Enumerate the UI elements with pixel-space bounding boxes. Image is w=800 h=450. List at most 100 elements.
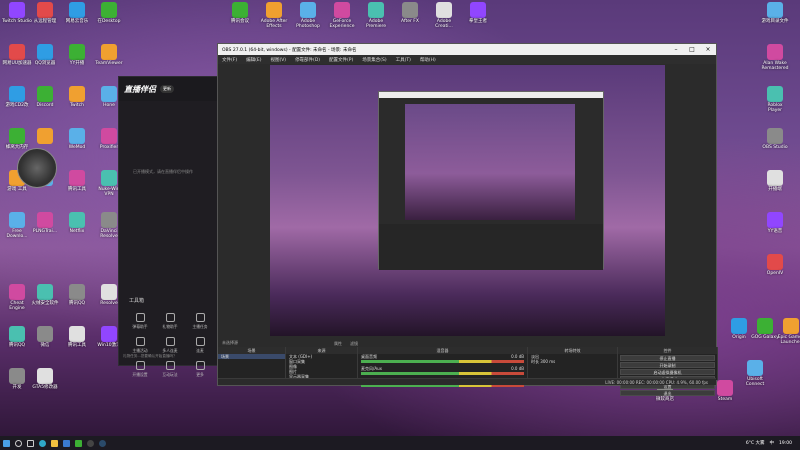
desktop-icon[interactable]: 开播端 — [760, 170, 790, 192]
desktop-icon[interactable]: Twitch — [62, 86, 92, 108]
desktop-icon-label: 微软商店 — [656, 397, 674, 402]
desktop-icon[interactable]: OBS Studio — [760, 128, 790, 150]
desktop-icon[interactable]: 微信 — [30, 326, 60, 348]
volume-meter[interactable] — [361, 372, 524, 375]
toolbox-item[interactable]: 更多 — [185, 361, 215, 378]
desktop-icon-label: Roblox Player — [767, 103, 783, 113]
minimize-icon[interactable]: – — [668, 46, 684, 53]
desktop-icon[interactable]: 腾讯工具 — [62, 170, 92, 192]
desktop-icon[interactable]: TeamViewer — [94, 44, 124, 66]
menu-item[interactable]: 场景集合(S) — [362, 57, 386, 63]
desktop-icon[interactable]: Discord — [30, 86, 60, 108]
start-button[interactable] — [0, 436, 12, 450]
task-view-icon[interactable] — [24, 436, 36, 450]
desktop-icon[interactable]: PLNGTrai... — [30, 212, 60, 234]
control-button[interactable]: 停止直播 — [620, 355, 715, 361]
toolbox-item[interactable]: 弹幕助手 — [125, 313, 155, 330]
mixer-channel: 桌面音频 0.0 dB — [358, 354, 527, 359]
ime-indicator[interactable]: 中 — [770, 440, 775, 446]
desktop-icon[interactable]: 开发 — [2, 368, 32, 390]
explorer-icon[interactable] — [48, 436, 60, 450]
desktop-icon[interactable]: Free Downlo... — [2, 212, 32, 239]
toolbox-item[interactable]: 主播任务 — [185, 313, 215, 330]
desktop-icon[interactable]: 火绒安全软件 — [30, 284, 60, 306]
menu-item[interactable]: 配置文件(P) — [329, 57, 353, 63]
desktop-icon[interactable]: GTA5修改器 — [30, 368, 60, 390]
volume-meter[interactable] — [361, 360, 524, 363]
menu-item[interactable]: 编辑(E) — [246, 57, 261, 63]
desktop-icon[interactable]: WeMod — [62, 128, 92, 150]
desktop-icon[interactable]: Ubisoft Connect — [740, 360, 770, 387]
desktop-icon[interactable]: 网易UU加速器 — [2, 44, 32, 66]
toolbox-item[interactable]: 礼物助手 — [155, 313, 185, 330]
desktop-icon[interactable]: Epic Games Launcher — [776, 318, 800, 345]
maximize-icon[interactable]: □ — [684, 46, 700, 53]
store-icon[interactable] — [60, 436, 72, 450]
search-icon[interactable] — [12, 436, 24, 450]
obs-titlebar[interactable]: OBS 27.0.1 (64-bit, windows) - 配置文件: 未命名… — [218, 44, 716, 55]
control-button[interactable]: 开始录制 — [620, 362, 715, 368]
desktop-icon[interactable]: 拳皇王者 — [463, 2, 493, 24]
app-icon — [69, 86, 85, 102]
update-badge[interactable]: 更新 — [160, 85, 174, 93]
desktop-icon[interactable]: OpenIV — [760, 254, 790, 276]
desktop-icon[interactable]: Netflix — [62, 212, 92, 234]
desktop-icon[interactable]: GeForce Experience — [327, 2, 357, 29]
desktop-icon[interactable]: Adobe Premiere — [361, 2, 391, 29]
menu-item[interactable]: 视图(V) — [270, 57, 286, 63]
weather-text[interactable]: 6°C 大雾 — [746, 440, 765, 446]
toolbox-item[interactable]: 互动玩法 — [155, 361, 185, 378]
menu-item[interactable]: 停靠部件(D) — [295, 57, 320, 63]
menu-item[interactable]: 文件(F) — [222, 57, 237, 63]
toolbox-item[interactable]: 多人连麦 — [155, 337, 185, 354]
desktop-icon[interactable]: QQ浏览器 — [30, 44, 60, 66]
wechat-icon[interactable] — [72, 436, 84, 450]
desktop-icon[interactable]: Twitch Studio — [2, 2, 32, 24]
desktop-icon[interactable]: Adobe After Effects — [259, 2, 289, 29]
desktop-icon[interactable]: YY开播 — [62, 44, 92, 66]
toolbox-item[interactable]: 主播活动 — [125, 337, 155, 354]
control-button[interactable]: 退出 — [620, 390, 715, 396]
obs-taskbar-icon[interactable] — [84, 436, 96, 450]
desktop-icon[interactable]: 游戏CD2改 — [2, 86, 32, 108]
desktop-icon[interactable]: 从远程管理 — [30, 2, 60, 24]
menu-item[interactable]: 帮助(H) — [420, 57, 436, 63]
desktop-icon[interactable]: 游戏目录文件 — [760, 2, 790, 24]
clock[interactable]: 19:00 — [779, 441, 792, 446]
desktop-icon-label: Cheat Engine — [9, 301, 25, 311]
desktop-icon-label: OBS Studio — [762, 145, 788, 150]
desktop-icon-label: Ubisoft Connect — [745, 377, 765, 387]
app-icon — [9, 326, 25, 342]
desktop-icon[interactable]: Alan Wake Remastered — [760, 44, 790, 71]
toolbox-item[interactable]: 开播设置 — [125, 361, 155, 378]
desktop-icon[interactable]: 蜂窝大内存 — [2, 128, 32, 150]
desktop-icon[interactable]: 网易云音乐 — [62, 2, 92, 24]
desktop-icon[interactable]: 腾讯QQ — [2, 326, 32, 348]
desktop-icon[interactable]: 腾讯会议 — [225, 2, 255, 24]
desktop-icon[interactable]: 腾讯QQ — [62, 284, 92, 306]
desktop-icon[interactable]: Adobe Creati... — [429, 2, 459, 29]
menu-item[interactable]: 工具(T) — [396, 57, 411, 63]
toolbox-item[interactable]: 连麦 — [185, 337, 215, 354]
desktop-icon[interactable] — [30, 128, 60, 145]
desktop-icon[interactable]: Adobe Photoshop — [293, 2, 323, 29]
desktop-icon[interactable]: Cheat Engine — [2, 284, 32, 311]
desktop-icon[interactable]: 腾讯工具 — [62, 326, 92, 348]
close-icon[interactable]: × — [700, 46, 716, 53]
sources-dock: 来源 文本 (GDI+)窗口采集图像图片显示器采集媒体源 — [286, 347, 358, 384]
desktop-icon[interactable]: Roblox Player — [760, 86, 790, 113]
desktop-icon[interactable]: YY语音 — [760, 212, 790, 234]
duration-input[interactable]: 300 ms — [540, 359, 555, 364]
desktop-icon[interactable]: 在Desktop — [94, 2, 124, 24]
edge-icon[interactable] — [36, 436, 48, 450]
control-button[interactable]: 启动虚拟摄像机 — [620, 369, 715, 375]
app-icon — [37, 2, 53, 18]
duration-label: 时长 — [531, 359, 539, 364]
scene-item[interactable]: 场景 — [218, 354, 285, 359]
desktop-icon[interactable]: After FX — [395, 2, 425, 24]
steam-taskbar-icon[interactable] — [96, 436, 108, 450]
desktop-icon-label: Adobe Premiere — [365, 19, 387, 29]
obs-preview[interactable] — [270, 65, 665, 336]
floating-avatar[interactable] — [17, 148, 57, 188]
desktop-icon-label: Nuke-Win VPN — [98, 187, 120, 197]
